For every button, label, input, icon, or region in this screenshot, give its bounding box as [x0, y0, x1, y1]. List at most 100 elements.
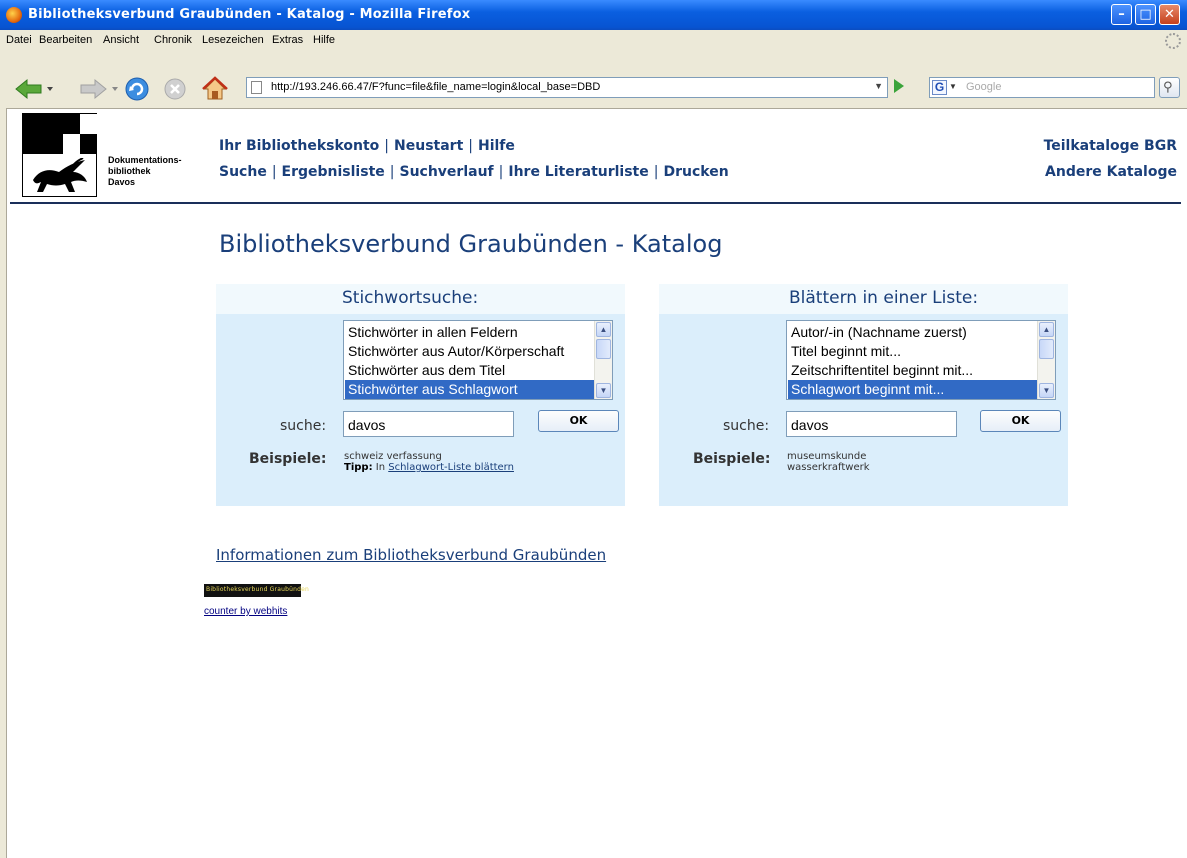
header-divider — [10, 202, 1181, 204]
window-titlebar[interactable]: Bibliotheksverbund Graubünden - Katalog … — [0, 0, 1187, 30]
info-bibliotheksverbund-link[interactable]: Informationen zum Bibliotheksverbund Gra… — [216, 546, 606, 564]
counter-badge[interactable]: Bibliotheksverbund Graubünden — [204, 584, 309, 597]
home-button[interactable] — [202, 76, 228, 102]
keyword-search-value[interactable]: davos — [348, 417, 385, 433]
example-text: wasserkraftwerk — [787, 462, 870, 473]
link-suchverlauf[interactable]: Suchverlauf — [399, 164, 493, 180]
page-title: Bibliotheksverbund Graubünden - Katalog — [219, 230, 723, 258]
page-icon — [251, 81, 262, 94]
menu-lesezeichen[interactable]: Lesezeichen — [202, 34, 264, 46]
nav-separator: | — [271, 164, 277, 180]
menu-bearbeiten[interactable]: Bearbeiten — [39, 34, 92, 46]
engine-dropdown-icon[interactable]: ▼ — [949, 82, 957, 91]
go-button[interactable] — [894, 79, 904, 93]
browse-examples: museumskunde wasserkraftwerk — [787, 451, 870, 473]
magnifier-icon: ⚲ — [1163, 80, 1173, 95]
menu-chronik[interactable]: Chronik — [154, 34, 192, 46]
subject-list-link[interactable]: Schlagwort-Liste blättern — [388, 462, 514, 473]
keyword-ok-button[interactable]: OK — [538, 410, 619, 432]
counter-link[interactable]: counter by webhits — [204, 606, 287, 617]
stop-icon — [164, 78, 186, 100]
browse-ok-button[interactable]: OK — [980, 410, 1061, 432]
minimize-button[interactable]: – — [1111, 4, 1132, 25]
coat-of-arms-logo[interactable] — [22, 113, 97, 197]
keyword-examples-label: Beispiele: — [249, 451, 327, 467]
window-left-border — [0, 108, 7, 858]
scroll-thumb[interactable] — [596, 339, 611, 359]
nav-separator: | — [653, 164, 659, 180]
address-text[interactable]: http://193.246.66.47/F?func=file&file_na… — [271, 81, 600, 93]
google-engine-icon[interactable]: G — [932, 80, 947, 95]
forward-arrow-icon — [80, 78, 107, 100]
ibex-icon — [33, 158, 87, 192]
menu-hilfe[interactable]: Hilfe — [313, 34, 335, 46]
logo-black-quarter — [23, 114, 63, 154]
keyword-examples: schweiz verfassung Tipp: In Schlagwort-L… — [344, 451, 514, 473]
search-nav: Suche | Ergebnisliste | Suchverlauf | Ihre Lit… — [219, 164, 729, 180]
keyword-field-select[interactable]: Stichwörter in allen Feldern Stichwörter… — [343, 320, 613, 400]
select-option[interactable]: Stichwörter aus Autor/Körperschaft — [348, 342, 564, 361]
listbox-scrollbar[interactable]: ▲ ▼ — [1037, 321, 1055, 399]
menu-ansicht[interactable]: Ansicht — [103, 34, 139, 46]
keyword-heading: Stichwortsuche: — [342, 288, 479, 308]
select-option[interactable]: Stichwörter aus dem Titel — [348, 361, 505, 380]
tip-line: Tipp: In Schlagwort-Liste blättern — [344, 462, 514, 473]
logo-checker-a — [63, 114, 80, 134]
browse-search-value[interactable]: davos — [791, 417, 828, 433]
tip-text: In — [375, 462, 386, 473]
library-name-line3: Davos — [108, 177, 136, 187]
link-neustart[interactable]: Neustart — [394, 138, 463, 154]
panel-header: Blättern in einer Liste: — [659, 284, 1068, 314]
stop-button[interactable] — [163, 77, 187, 101]
close-button[interactable]: ✕ — [1159, 4, 1180, 25]
menu-bar: Datei Bearbeiten Ansicht Chronik Lesezei… — [0, 30, 1187, 52]
menu-datei[interactable]: Datei — [6, 34, 32, 46]
browse-heading: Blättern in einer Liste: — [789, 288, 979, 308]
search-placeholder[interactable]: Google — [966, 81, 1001, 93]
select-option-selected[interactable]: Stichwörter aus Schlagwort — [345, 380, 596, 399]
reload-button[interactable] — [124, 76, 150, 102]
link-literaturliste[interactable]: Ihre Literaturliste — [508, 164, 648, 180]
nav-separator: | — [468, 138, 473, 154]
web-search-button[interactable]: ⚲ — [1159, 77, 1180, 98]
forward-button[interactable] — [79, 78, 119, 100]
link-teilkataloge[interactable]: Teilkataloge BGR — [1044, 138, 1177, 154]
link-drucken[interactable]: Drucken — [663, 164, 728, 180]
select-option[interactable]: Autor/-in (Nachname zuerst) — [791, 323, 967, 342]
scroll-down-icon[interactable]: ▼ — [1039, 383, 1054, 398]
keyword-search-input[interactable]: davos — [343, 411, 514, 437]
example-text: schweiz verfassung — [344, 451, 442, 462]
back-button[interactable] — [14, 78, 54, 100]
scroll-down-icon[interactable]: ▼ — [596, 383, 611, 398]
listbox-scrollbar[interactable]: ▲ ▼ — [594, 321, 612, 399]
close-icon: ✕ — [1164, 7, 1175, 22]
maximize-button[interactable]: □ — [1135, 4, 1156, 25]
scroll-thumb[interactable] — [1039, 339, 1054, 359]
link-andere-kataloge[interactable]: Andere Kataloge — [1045, 164, 1177, 180]
logo-checker-quarter — [63, 114, 97, 154]
reload-icon — [125, 77, 149, 101]
web-search-box[interactable]: G ▼ Google — [929, 77, 1155, 98]
scroll-up-icon[interactable]: ▲ — [596, 322, 611, 337]
link-ergebnisliste[interactable]: Ergebnisliste — [282, 164, 385, 180]
link-suche[interactable]: Suche — [219, 164, 267, 180]
nav-separator: | — [498, 164, 504, 180]
library-name: Dokumentations- bibliothek Davos — [108, 155, 182, 188]
select-option[interactable]: Stichwörter in allen Feldern — [348, 323, 518, 342]
select-option[interactable]: Titel beginnt mit... — [791, 342, 901, 361]
panel-header: Stichwortsuche: — [216, 284, 625, 314]
keyword-search-label: suche: — [280, 418, 327, 434]
link-bibliothekskonto[interactable]: Ihr Bibliothekskonto — [219, 138, 379, 154]
scroll-up-icon[interactable]: ▲ — [1039, 322, 1054, 337]
example-text: museumskunde — [787, 451, 867, 462]
address-bar[interactable]: http://193.246.66.47/F?func=file&file_na… — [246, 77, 888, 98]
address-dropdown-icon[interactable]: ▼ — [874, 81, 883, 91]
browse-field-select[interactable]: Autor/-in (Nachname zuerst) Titel beginn… — [786, 320, 1056, 400]
window-title: Bibliotheksverbund Graubünden - Katalog … — [28, 7, 471, 22]
account-nav: Ihr Bibliothekskonto | Neustart | Hilfe — [219, 138, 515, 154]
select-option[interactable]: Zeitschriftentitel beginnt mit... — [791, 361, 973, 380]
menu-extras[interactable]: Extras — [272, 34, 303, 46]
browse-search-input[interactable]: davos — [786, 411, 957, 437]
select-option-selected[interactable]: Schlagwort beginnt mit... — [788, 380, 1039, 399]
link-hilfe[interactable]: Hilfe — [478, 138, 515, 154]
